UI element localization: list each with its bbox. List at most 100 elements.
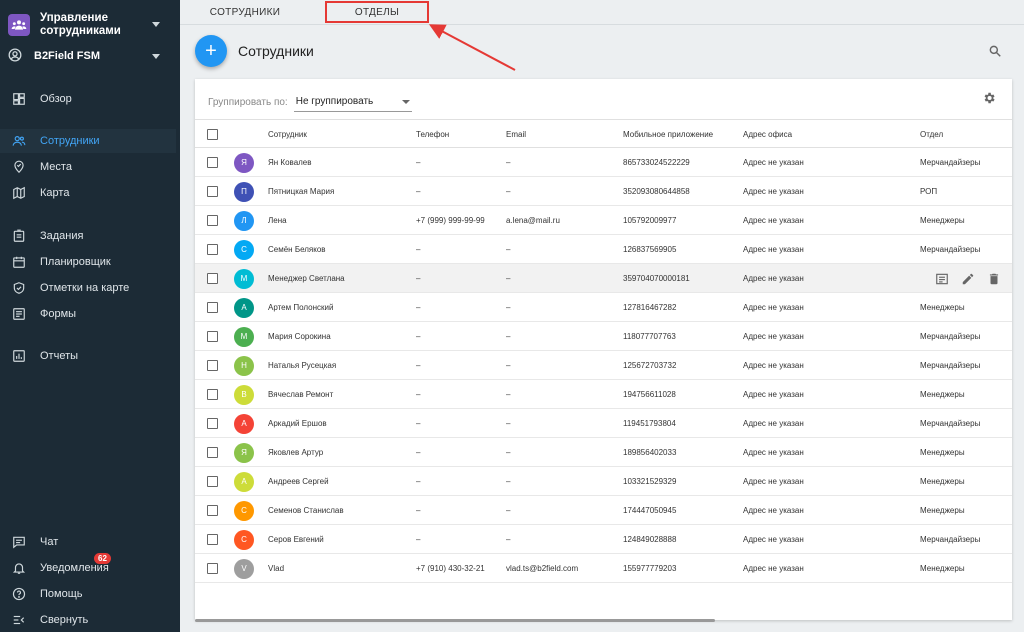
employee-name: Пятницкая Мария [268,187,335,196]
table-row[interactable]: А Артем Полонский – – 127816467282 Адрес не у… [195,293,1012,322]
delete-icon[interactable] [987,272,1001,286]
app-switcher[interactable]: Управление сотрудниками [0,0,180,40]
search-icon[interactable] [988,44,1002,58]
sidebar-item-4[interactable]: Задания [0,224,176,248]
avatar-cell: Я [234,148,254,177]
row-checkbox[interactable] [207,273,218,284]
employee-office-address: Адрес не указан [743,390,804,399]
sidebar-item-2[interactable]: Места [0,155,176,179]
employee-email: – [506,158,511,167]
avatar-cell: Л [234,206,254,235]
sidebar-item-7[interactable]: Формы [0,302,176,326]
employee-email: a.lena@mail.ru [506,216,560,225]
table-row[interactable]: V Vlad +7 (910) 430-32-21 vlad.ts@b2field.c… [195,554,1012,583]
employee-phone: – [416,303,421,312]
sidebar-item-8[interactable]: Отчеты [0,344,176,368]
row-checkbox-cell [207,525,218,554]
row-checkbox-cell [207,235,218,264]
notification-count-badge: 62 [94,553,111,564]
row-checkbox[interactable] [207,360,218,371]
row-checkbox[interactable] [207,331,218,342]
tab-employees[interactable]: СОТРУДНИКИ [200,0,290,24]
table-row[interactable]: П Пятницкая Мария – – 352093080644858 Адрес н… [195,177,1012,206]
tasks-icon [12,229,26,243]
table-row[interactable]: С Серов Евгений – – 124849028888 Адрес не ука… [195,525,1012,554]
row-checkbox[interactable] [207,447,218,458]
employee-phone: – [416,506,421,515]
col-header-department[interactable]: Отдел [920,120,943,149]
col-header-app[interactable]: Мобильное приложение [623,120,713,149]
employee-app-id: 352093080644858 [623,187,690,196]
table-row[interactable]: Н Наталья Русецкая – – 125672703732 Адрес не … [195,351,1012,380]
employee-app-id: 126837569905 [623,245,677,254]
employee-name: Ян Ковалев [268,158,312,167]
sidebar-item-3[interactable]: Карта [0,181,176,205]
row-checkbox[interactable] [207,418,218,429]
col-header-phone[interactable]: Телефон [416,120,449,149]
row-checkbox-cell [207,322,218,351]
row-checkbox-cell [207,351,218,380]
edit-icon[interactable] [961,272,975,286]
sidebar-item-6[interactable]: Отметки на карте [0,276,176,300]
employee-email: – [506,187,511,196]
employees-card: Группировать по: Не группировать Сотрудн… [195,79,1012,620]
add-employee-button[interactable]: + [195,35,227,67]
tab-departments[interactable]: ОТДЕЛЫ [325,1,429,23]
table-row[interactable]: С Семён Беляков – – 126837569905 Адрес не ука… [195,235,1012,264]
avatar-cell: М [234,264,254,293]
row-checkbox[interactable] [207,534,218,545]
col-header-name[interactable]: Сотрудник [268,120,307,149]
table-row[interactable]: А Андреев Сергей – – 103321529329 Адрес не ук… [195,467,1012,496]
sidebar-item-0[interactable]: Обзор [0,87,176,111]
row-checkbox-cell [207,177,218,206]
employee-app-id: 119451793804 [623,419,676,428]
table-row[interactable]: С Семенов Станислав – – 174447050945 Адрес не… [195,496,1012,525]
col-header-email[interactable]: Email [506,120,526,149]
employee-name: Менеджер Светлана [268,274,345,283]
row-checkbox[interactable] [207,157,218,168]
row-checkbox[interactable] [207,215,218,226]
row-checkbox[interactable] [207,186,218,197]
gear-icon[interactable] [982,91,996,105]
table-row[interactable]: М Мария Сорокина – – 118077707763 Адрес не ук… [195,322,1012,351]
employees-table: Сотрудник Телефон Email Мобильное прилож… [195,119,1012,583]
row-checkbox[interactable] [207,476,218,487]
avatar: Я [234,442,254,463]
employee-office-address: Адрес не указан [743,274,804,283]
table-row[interactable]: Я Ян Ковалев – – 865733024522229 Адрес не ука… [195,148,1012,177]
row-checkbox[interactable] [207,302,218,313]
avatar: А [234,413,254,434]
col-header-address[interactable]: Адрес офиса [743,120,792,149]
row-checkbox-cell [207,264,218,293]
employee-office-address: Адрес не указан [743,187,804,196]
chevron-down-icon [152,22,160,27]
employee-app-id: 194756611028 [623,390,676,399]
sidebar-item-label: Отчеты [40,350,79,362]
row-actions [935,264,1001,293]
row-checkbox[interactable] [207,505,218,516]
sidebar-item-5[interactable]: Планировщик [0,250,176,274]
table-row[interactable]: Я Яковлев Артур – – 189856402033 Адрес не ука… [195,438,1012,467]
row-checkbox[interactable] [207,389,218,400]
row-checkbox[interactable] [207,563,218,574]
company-switcher[interactable]: B2Field FSM [0,42,180,70]
table-row[interactable]: А Аркадий Ершов – – 119451793804 Адрес не ука… [195,409,1012,438]
sidebar-item-10[interactable]: Уведомления 62 [0,553,176,580]
forms-icon [12,307,26,321]
employee-app-id: 359704070000181 [623,274,690,283]
row-checkbox[interactable] [207,244,218,255]
table-row[interactable]: Л Лена +7 (999) 999-99-99 a.lena@mail.ru 105… [195,206,1012,235]
select-all-checkbox[interactable] [207,129,218,140]
table-row[interactable]: В Вячеслав Ремонт – – 194756611028 Адрес не у… [195,380,1012,409]
sidebar-item-9[interactable]: Чат [0,530,176,554]
horizontal-scrollbar[interactable] [195,619,715,622]
sidebar-item-12[interactable]: Свернуть [0,608,176,632]
table-row[interactable]: М Менеджер Светлана – – 359704070000181 Адрес… [195,264,1012,293]
employee-office-address: Адрес не указан [743,361,804,370]
sidebar-item-1[interactable]: Сотрудники [0,129,176,153]
details-icon[interactable] [935,272,949,286]
sidebar-item-label: Помощь [40,588,83,600]
sidebar-item-11[interactable]: Помощь [0,582,176,606]
employee-app-id: 865733024522229 [623,158,690,167]
groupby-select[interactable]: Не группировать [293,92,412,112]
